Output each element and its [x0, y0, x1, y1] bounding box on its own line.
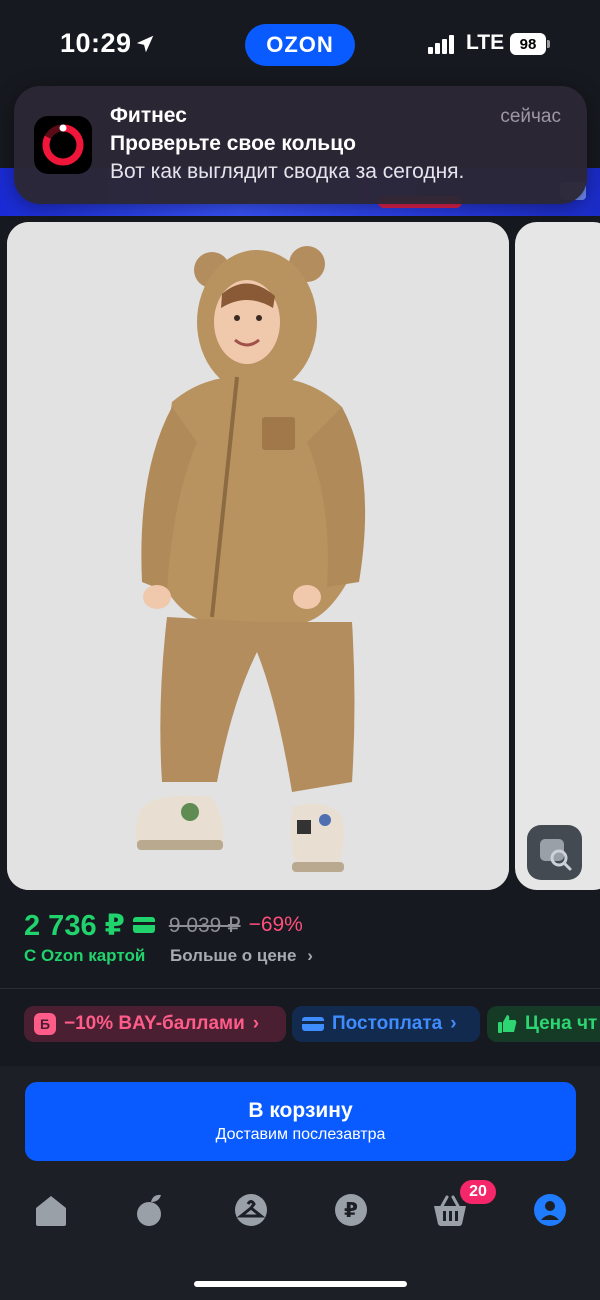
home-icon[interactable]	[31, 1190, 71, 1230]
fresh-icon[interactable]	[131, 1190, 171, 1230]
notification-time: сейчас	[500, 106, 561, 127]
current-price: 2 736 ₽	[24, 909, 125, 942]
notification-body: Вот как выглядит сводка за сегодня.	[110, 160, 465, 183]
notification-title: Проверьте свое кольцо	[110, 132, 356, 155]
more-about-price-link[interactable]: Больше о цене ›	[170, 946, 313, 966]
chip-postpay[interactable]: Постоплата ›	[292, 1006, 480, 1042]
hanger-icon[interactable]	[231, 1190, 271, 1230]
svg-text:₽: ₽	[344, 1198, 358, 1222]
network-type: LTE	[466, 31, 505, 54]
thumbs-up-icon	[498, 1015, 517, 1033]
old-price: 9 039 ₽	[168, 913, 241, 937]
chevron-right-icon: ›	[252, 1013, 260, 1034]
add-to-cart-label: В корзину	[248, 1099, 353, 1122]
points-icon: Б	[34, 1013, 56, 1035]
delivery-label: Доставим послезавтра	[215, 1126, 386, 1143]
more-about-price-label: Больше о цене	[170, 946, 297, 965]
chip-label: Цена чт	[525, 1013, 598, 1034]
discount-percent: −69%	[248, 913, 303, 936]
profile-icon[interactable]	[530, 1190, 570, 1230]
chip-price-check[interactable]: Цена чт	[487, 1006, 600, 1042]
status-time: 10:29	[60, 28, 132, 58]
location-arrow-icon	[136, 35, 154, 53]
signal-icon	[428, 35, 454, 54]
svg-text:Б: Б	[40, 1016, 50, 1032]
chevron-right-icon: ›	[450, 1013, 457, 1034]
image-search-icon	[540, 839, 572, 871]
ozon-card-label: С Ozon картой	[24, 946, 146, 965]
ozon-logo[interactable]: OZON	[245, 24, 355, 66]
next-product-photo[interactable]	[515, 222, 600, 890]
fitness-app-icon	[34, 116, 92, 174]
divider	[0, 988, 600, 989]
notification-banner[interactable]: Фитнес сейчас Проверьте свое кольцо Вот …	[14, 86, 587, 204]
home-indicator[interactable]	[194, 1281, 407, 1287]
product-photo[interactable]	[7, 222, 509, 890]
price-row: 2 736 ₽ 9 039 ₽ −69%	[24, 905, 303, 945]
image-search-button[interactable]	[527, 825, 582, 880]
battery-icon: 98	[510, 33, 550, 55]
battery-level: 98	[510, 33, 546, 55]
chip-label: −10% BAY-баллами	[64, 1013, 245, 1034]
add-to-cart-button[interactable]: В корзину Доставим послезавтра	[25, 1082, 576, 1161]
card-icon	[132, 917, 155, 933]
wallet-icon	[302, 1017, 324, 1031]
product-image-teddy-suit	[7, 222, 509, 890]
chevron-right-icon: ›	[307, 946, 313, 965]
cart-count-badge: 20	[460, 1180, 496, 1204]
chip-bay-points[interactable]: Б −10% BAY-баллами ›	[24, 1006, 286, 1042]
ozon-logo-text: OZON	[266, 32, 334, 57]
ruble-icon[interactable]: ₽	[331, 1190, 371, 1230]
notification-app-name: Фитнес	[110, 104, 187, 127]
status-bar: 10:29 OZON LTE 98	[0, 0, 600, 90]
chip-label: Постоплата	[332, 1013, 443, 1034]
